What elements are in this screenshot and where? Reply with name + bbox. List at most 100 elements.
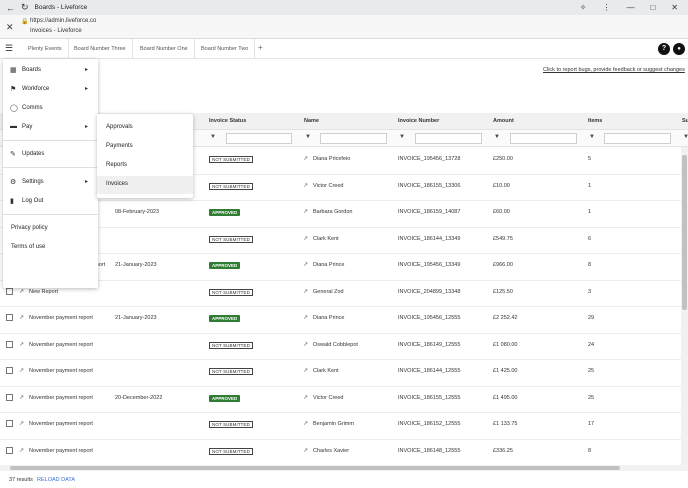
vertical-scrollbar-thumb[interactable] — [682, 155, 687, 310]
open-report-icon[interactable]: ↗ — [19, 341, 24, 348]
menu-item-workforce[interactable]: ⚑ Workforce ▸ — [3, 81, 98, 99]
amount-filter-input[interactable] — [510, 133, 577, 144]
status-filter-input[interactable] — [226, 133, 292, 144]
tab-board-number-two[interactable]: Board Number Two — [195, 39, 256, 59]
help-icon[interactable]: ? — [658, 43, 670, 55]
url-text[interactable]: https://admin.liveforce.co — [30, 18, 96, 24]
table-row[interactable]: ↗ November payment report 20-December-2022… — [0, 387, 681, 413]
menu-item-terms-of-use[interactable]: Terms of use — [3, 239, 98, 257]
open-report-icon[interactable]: ↗ — [19, 394, 24, 401]
open-invoice-icon[interactable]: ↗ — [303, 288, 308, 295]
table-row[interactable]: 08-February-2023 APPROVED ↗ Barbara Gordon I… — [0, 201, 681, 228]
horizontal-scrollbar-thumb[interactable] — [10, 466, 620, 470]
worker-name[interactable]: Victor Creed — [313, 183, 343, 189]
filter-icon[interactable]: ▼ — [305, 134, 313, 142]
add-tab-icon[interactable]: + — [258, 43, 263, 52]
report-bugs-link[interactable]: Click to report bugs, provide feedback o… — [543, 67, 685, 73]
row-checkbox[interactable] — [6, 393, 13, 401]
row-checkbox[interactable] — [6, 314, 13, 321]
worker-name[interactable]: Benjamin Grimm — [313, 421, 354, 427]
row-checkbox[interactable] — [6, 340, 13, 348]
open-invoice-icon[interactable]: ↗ — [303, 235, 308, 242]
column-su[interactable]: Su — [682, 113, 688, 130]
items-filter-input[interactable] — [604, 133, 671, 144]
tab-plenty-events[interactable]: Plenty Events — [22, 39, 69, 59]
notification-bell-icon[interactable]: ● — [673, 43, 685, 55]
reload-data-button[interactable]: RELOAD DATA — [37, 477, 75, 483]
more-options-icon[interactable]: ⋮ — [602, 3, 610, 12]
worker-name[interactable]: Diana Prince — [313, 262, 345, 268]
column-invoice-number[interactable]: Invoice Number — [398, 113, 439, 130]
column-items[interactable]: Items — [588, 113, 602, 130]
worker-name[interactable]: General Zod — [313, 289, 344, 295]
table-row[interactable]: ↗ November payment report NOT SUBMITTED ↗ Be… — [0, 413, 681, 440]
tab-board-number-one[interactable]: Board Number One — [134, 39, 195, 59]
filter-icon[interactable]: ▼ — [210, 134, 218, 142]
open-invoice-icon[interactable]: ↗ — [303, 394, 308, 401]
invoice-filter-input[interactable] — [415, 133, 482, 144]
menu-item-settings[interactable]: ⚙ Settings ▸ — [3, 174, 98, 192]
maximize-icon[interactable]: □ — [650, 3, 655, 12]
open-report-icon[interactable]: ↗ — [19, 314, 24, 321]
filter-icon[interactable]: ▼ — [399, 134, 407, 142]
worker-name[interactable]: Victor Creed — [313, 395, 343, 401]
worker-name[interactable]: Barbara Gordon — [313, 209, 352, 215]
window-close-icon[interactable]: ✕ — [671, 3, 678, 12]
open-invoice-icon[interactable]: ↗ — [303, 367, 308, 374]
open-invoice-icon[interactable]: ↗ — [303, 261, 308, 268]
open-report-icon[interactable]: ↗ — [19, 367, 24, 374]
tab-board-number-three[interactable]: Board Number Three — [68, 39, 133, 59]
table-row[interactable]: ↗ November payment report NOT SUBMITTED ↗ Cl… — [0, 360, 681, 387]
filter-icon[interactable]: ▼ — [494, 134, 502, 142]
hamburger-menu-icon[interactable]: ☰ — [5, 43, 13, 54]
report-name[interactable]: November payment report — [29, 448, 93, 454]
worker-name[interactable]: Clark Kent — [313, 368, 339, 374]
reload-icon[interactable]: ↻ — [21, 2, 29, 13]
report-name[interactable]: November payment report — [29, 368, 93, 374]
open-invoice-icon[interactable]: ↗ — [303, 155, 308, 162]
minimize-icon[interactable]: — — [626, 3, 634, 12]
submenu-item-approvals[interactable]: Approvals — [97, 119, 193, 137]
open-invoice-icon[interactable]: ↗ — [303, 314, 308, 321]
row-checkbox[interactable] — [6, 287, 13, 295]
menu-item-log-out[interactable]: ▮ Log Out — [3, 193, 98, 211]
table-row[interactable]: ↗ November payment report NOT SUBMITTED ↗ Os… — [0, 334, 681, 360]
filter-icon[interactable]: ▼ — [683, 134, 688, 142]
report-name[interactable]: November payment report — [29, 421, 93, 427]
close-icon[interactable]: ✕ — [6, 22, 14, 33]
column-amount[interactable]: Amount — [493, 113, 514, 130]
report-name[interactable]: November payment report — [29, 342, 93, 348]
worker-name[interactable]: Charles Xavier — [313, 448, 349, 454]
report-name[interactable]: New Report — [29, 289, 58, 295]
worker-name[interactable]: Diana Prince — [313, 315, 345, 321]
open-invoice-icon[interactable]: ↗ — [303, 420, 308, 427]
open-invoice-icon[interactable]: ↗ — [303, 208, 308, 215]
menu-item-boards[interactable]: ▦ Boards ▸ — [3, 62, 98, 80]
worker-name[interactable]: Clark Kent — [313, 236, 339, 242]
table-row[interactable]: ↗ New Report NOT SUBMITTED ↗ General Zod INVO… — [0, 281, 681, 307]
row-checkbox[interactable] — [6, 420, 13, 427]
menu-item-privacy-policy[interactable]: Privacy policy — [3, 220, 98, 238]
table-row[interactable]: ↗ November payment report 21-January-2023 A… — [0, 307, 681, 334]
row-checkbox[interactable] — [6, 446, 13, 454]
open-report-icon[interactable]: ↗ — [19, 447, 24, 454]
name-filter-input[interactable] — [320, 133, 387, 144]
table-row[interactable]: ↗ November payment report NOT SUBMITTED ↗ Ch… — [0, 440, 681, 466]
menu-item-comms[interactable]: ◯ Comms — [3, 100, 98, 118]
open-invoice-icon[interactable]: ↗ — [303, 447, 308, 454]
open-report-icon[interactable]: ↗ — [19, 288, 24, 295]
open-report-icon[interactable]: ↗ — [19, 420, 24, 427]
table-row[interactable]: ↗eportNOT SUBMITTED↗Clark KentINVOICE_18… — [0, 228, 681, 254]
column-name[interactable]: Name — [304, 113, 319, 130]
extension-puzzle-icon[interactable]: ✧ — [580, 3, 587, 12]
worker-name[interactable]: Oswald Cobblepot — [313, 342, 358, 348]
submenu-item-invoices[interactable]: Invoices — [97, 176, 193, 194]
menu-item-pay[interactable]: ▬ Pay ▸ — [3, 119, 98, 137]
menu-item-updates[interactable]: ✎ Updates — [3, 146, 98, 164]
row-checkbox[interactable] — [6, 367, 13, 374]
open-invoice-icon[interactable]: ↗ — [303, 182, 308, 189]
table-row[interactable]: ↗Late November payment report21-January-… — [0, 254, 681, 281]
submenu-item-reports[interactable]: Reports — [97, 157, 193, 175]
back-arrow-icon[interactable]: ← — [6, 3, 15, 13]
column-invoice-status[interactable]: Invoice Status — [209, 113, 246, 130]
